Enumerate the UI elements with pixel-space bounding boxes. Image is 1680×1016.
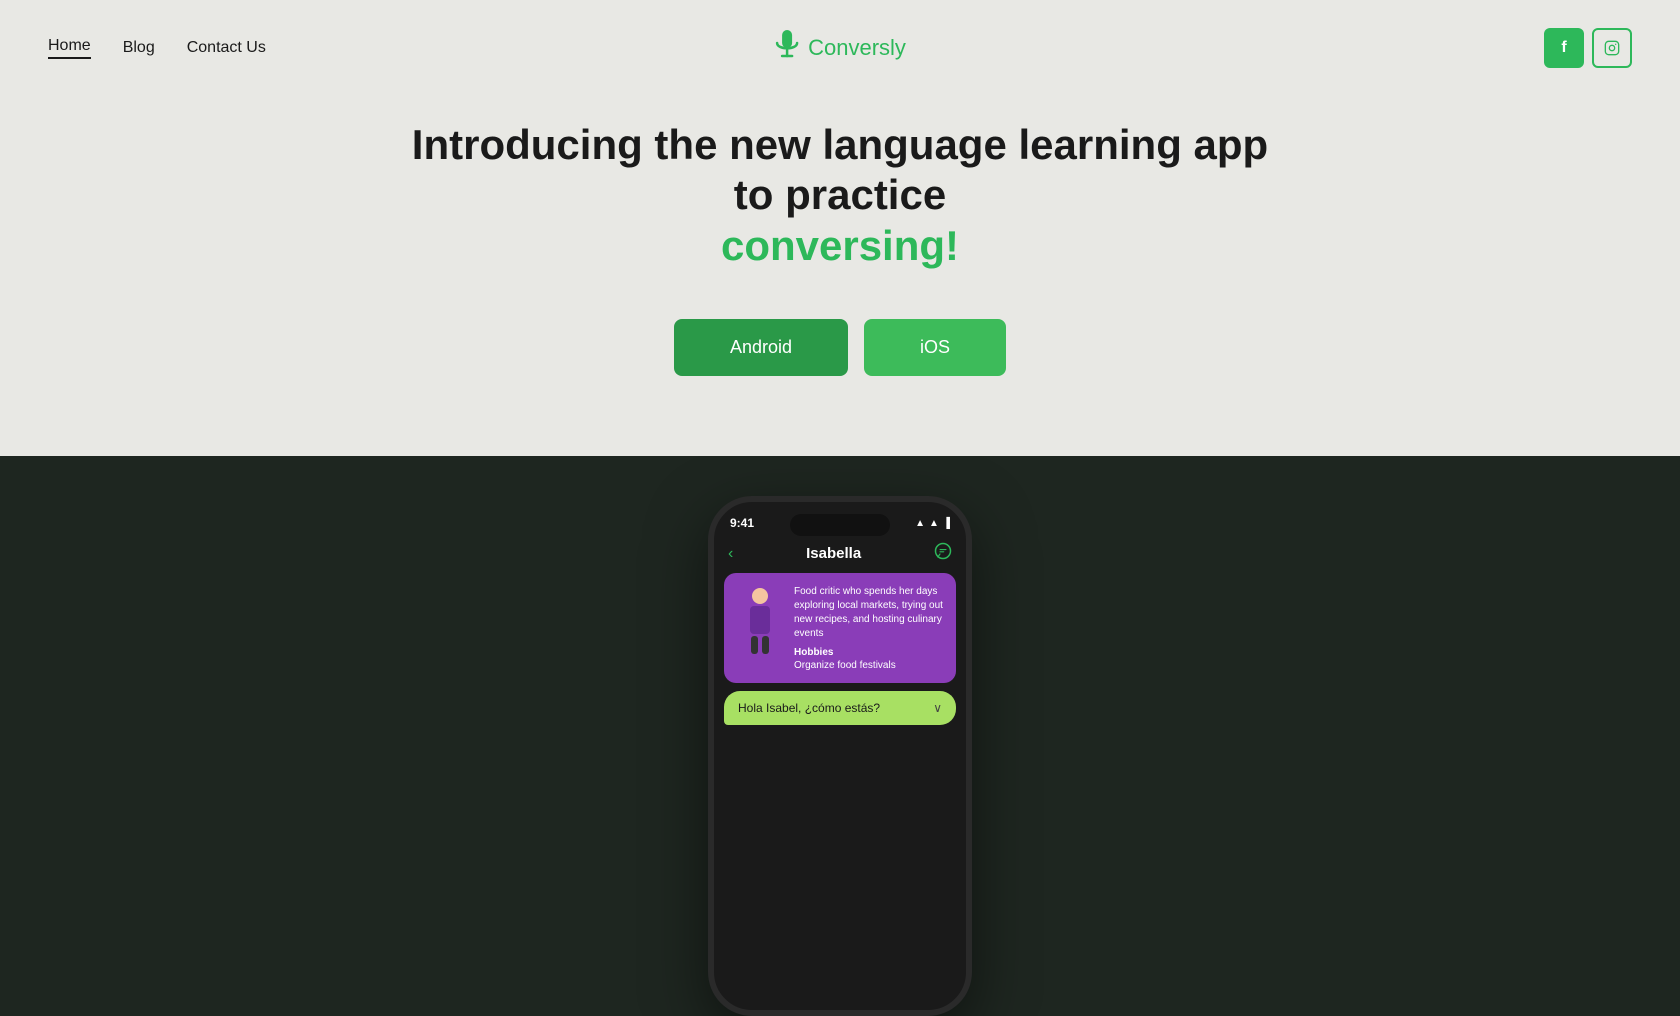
hero-buttons: Android iOS <box>674 319 1006 376</box>
nav-social: f <box>1544 28 1632 68</box>
status-time: 9:41 <box>730 516 754 530</box>
back-icon[interactable]: ‹ <box>728 545 733 563</box>
phone-mockup: 9:41 ▲ ▲ ▐ ‹ Isabella <box>708 496 972 1016</box>
avatar-body <box>750 606 770 634</box>
avatar-leg-right <box>762 636 769 654</box>
nav-home[interactable]: Home <box>48 37 91 59</box>
chat-icon[interactable] <box>934 542 952 565</box>
wifi-icon: ▲ <box>929 518 939 529</box>
nav-blog[interactable]: Blog <box>123 39 155 57</box>
nav-links: Home Blog Contact Us <box>48 37 266 59</box>
hero-headline: Introducing the new language learning ap… <box>390 120 1290 271</box>
avatar-head <box>752 588 768 604</box>
chat-text: Hola Isabel, ¿cómo estás? <box>738 701 880 715</box>
hero-accent: conversing! <box>721 222 959 269</box>
ios-button[interactable]: iOS <box>864 319 1006 376</box>
phone-frame: 9:41 ▲ ▲ ▐ ‹ Isabella <box>708 496 972 1016</box>
mic-icon <box>774 30 800 66</box>
profile-card: Food critic who spends her days explorin… <box>724 573 956 683</box>
facebook-button[interactable]: f <box>1544 28 1584 68</box>
hobbies-label: Hobbies <box>794 647 944 658</box>
dark-section: 9:41 ▲ ▲ ▐ ‹ Isabella <box>0 456 1680 1016</box>
instagram-icon <box>1604 40 1620 56</box>
hobbies-value: Organize food festivals <box>794 660 944 671</box>
status-icons: ▲ ▲ ▐ <box>915 518 950 529</box>
phone-header: ‹ Isabella <box>714 538 966 573</box>
phone-notch <box>790 514 890 536</box>
avatar-figure <box>742 588 778 654</box>
navbar: Home Blog Contact Us Conversly f <box>0 0 1680 96</box>
nav-logo: Conversly <box>774 30 906 66</box>
profile-text: Food critic who spends her days explorin… <box>794 585 944 671</box>
logo-text: Conversly <box>808 35 906 61</box>
chat-bubble: Hola Isabel, ¿cómo estás? ∨ <box>724 691 956 725</box>
avatar-leg-left <box>751 636 758 654</box>
contact-name: Isabella <box>806 545 861 562</box>
nav-contact[interactable]: Contact Us <box>187 39 266 57</box>
instagram-button[interactable] <box>1592 28 1632 68</box>
profile-description: Food critic who spends her days explorin… <box>794 585 944 641</box>
chevron-down-icon: ∨ <box>933 701 942 715</box>
avatar-legs <box>742 636 778 654</box>
battery-icon: ▐ <box>943 518 950 529</box>
android-button[interactable]: Android <box>674 319 848 376</box>
signal-icon: ▲ <box>915 518 925 529</box>
avatar <box>736 585 784 657</box>
phone-content: Food critic who spends her days explorin… <box>714 573 966 725</box>
